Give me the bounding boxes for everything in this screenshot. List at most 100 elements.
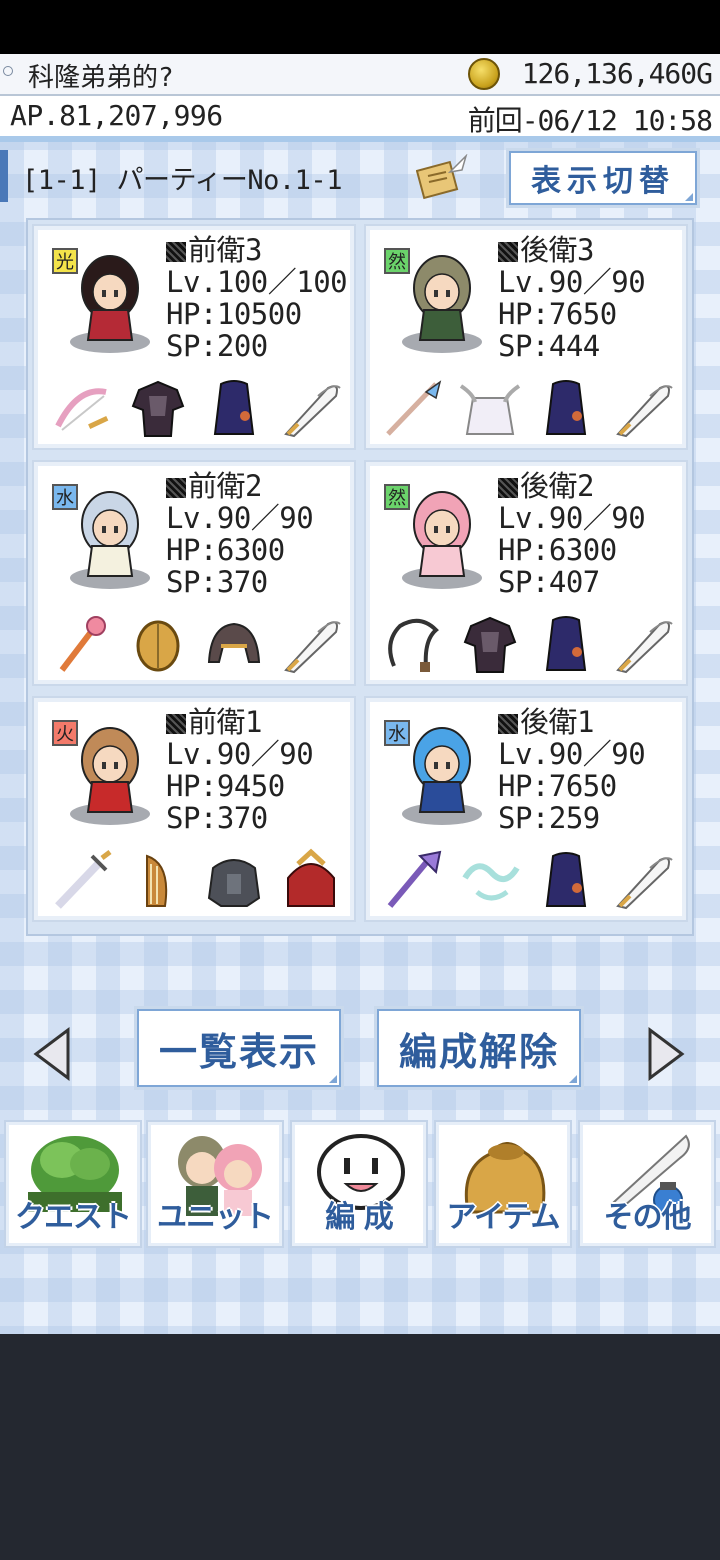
round-shield-icon — [136, 620, 180, 672]
equipment-row — [380, 848, 676, 914]
menu-other-button[interactable]: その他 — [578, 1120, 716, 1248]
unit-card[interactable]: 光 前衛3 Lv.100／100 HP:10500 SP:200 — [32, 224, 356, 450]
equipment-slot[interactable] — [201, 376, 267, 442]
menu-quest-button[interactable]: クエスト — [4, 1120, 142, 1248]
main-menu: クエスト ユニット 編 成 アイテム その他 — [0, 1120, 720, 1248]
unit-level: Lv.90／90 — [498, 737, 646, 771]
equipment-slot[interactable] — [610, 376, 676, 442]
helmet-icon — [208, 622, 261, 663]
cloak-icon — [214, 380, 255, 435]
unit-card[interactable]: 水 前衛2 Lv.90／90 HP:6300 SP:370 — [32, 460, 356, 686]
equipment-row — [48, 376, 344, 442]
equipment-slot[interactable] — [125, 376, 191, 442]
cloak-icon — [546, 616, 587, 671]
equipment-slot[interactable] — [380, 376, 446, 442]
equipment-slot[interactable] — [48, 376, 114, 442]
menu-formation-label: 編 成 — [325, 1200, 393, 1235]
unit-hp: HP:9450 — [166, 769, 285, 803]
unit-stats: 後衛3 Lv.90／90 HP:7650 SP:444 — [498, 234, 646, 362]
bow-icon — [55, 388, 109, 431]
crystal-staff-icon — [387, 850, 442, 908]
unit-level: Lv.90／90 — [498, 265, 646, 299]
winged-robe-icon — [459, 384, 520, 435]
unit-position: 前衛1 — [166, 706, 313, 738]
menu-unit-button[interactable]: ユニット — [146, 1120, 284, 1248]
equipment-slot[interactable] — [380, 848, 446, 914]
staff-icon — [386, 380, 442, 436]
whip-icon — [388, 618, 439, 672]
element-badge: 火 — [52, 720, 78, 746]
menu-item-button[interactable]: アイテム — [434, 1120, 572, 1248]
equipment-slot[interactable] — [610, 612, 676, 678]
unit-card[interactable]: 水 後衛1 Lv.90／90 HP:7650 SP:259 — [364, 696, 688, 922]
equipment-slot[interactable] — [48, 612, 114, 678]
edit-name-scroll-icon[interactable] — [416, 154, 468, 200]
quill-icon — [616, 385, 673, 438]
unit-hp: HP:6300 — [498, 533, 617, 567]
menu-other-label: その他 — [603, 1200, 692, 1235]
unit-card[interactable]: 然 後衛2 Lv.90／90 HP:6300 SP:407 — [364, 460, 688, 686]
unit-sp: SP:370 — [166, 565, 268, 599]
quill-icon — [284, 385, 341, 438]
list-view-button[interactable]: 一覧表示 — [134, 1006, 344, 1090]
equipment-slot[interactable] — [457, 376, 523, 442]
disband-formation-button[interactable]: 編成解除 — [374, 1006, 584, 1090]
unit-stats: 後衛2 Lv.90／90 HP:6300 SP:407 — [498, 470, 646, 598]
unit-sp: SP:370 — [166, 801, 268, 835]
equipment-row — [48, 848, 344, 914]
equipment-slot[interactable] — [533, 612, 599, 678]
unit-stats: 後衛1 Lv.90／90 HP:7650 SP:259 — [498, 706, 646, 835]
equipment-slot[interactable] — [278, 848, 344, 914]
element-badge: 然 — [384, 484, 410, 510]
ap-row: AP.81,207,996 前回-06/12 10:58 — [0, 96, 720, 142]
unit-position: 後衛1 — [498, 706, 645, 738]
gold-coin-icon — [468, 58, 500, 90]
equipment-slot[interactable] — [533, 848, 599, 914]
unit-card[interactable]: 然 後衛3 Lv.90／90 HP:7650 SP:444 — [364, 224, 688, 450]
gold-amount: 126,136,460G — [521, 57, 713, 90]
menu-formation-button[interactable]: 編 成 — [290, 1120, 428, 1248]
next-party-arrow-icon[interactable] — [646, 1026, 686, 1082]
sword-icon — [55, 850, 112, 909]
equipment-slot[interactable] — [533, 376, 599, 442]
heavy-armor-icon — [208, 859, 261, 907]
unit-hp: HP:7650 — [498, 297, 617, 331]
unit-sp: SP:200 — [166, 329, 268, 363]
unit-level: Lv.90／90 — [166, 737, 314, 771]
equipment-row — [380, 376, 676, 442]
bullet-icon — [3, 66, 13, 76]
wand-icon — [59, 616, 106, 672]
toggle-display-button[interactable]: 表示切替 — [506, 148, 700, 208]
equipment-row — [380, 612, 676, 678]
unit-stats: 前衛1 Lv.90／90 HP:9450 SP:370 — [166, 706, 314, 835]
unit-stats: 前衛3 Lv.100／100 HP:10500 SP:200 — [166, 234, 348, 363]
equipment-slot[interactable] — [457, 612, 523, 678]
dark-armor-icon — [463, 616, 516, 673]
player-name: 科隆弟弟的? — [28, 63, 174, 93]
party-name: [1-1] パーティーNo.1-1 — [22, 165, 342, 196]
samurai-armor-icon — [286, 848, 335, 907]
unit-position: 前衛2 — [166, 470, 313, 502]
equipment-slot[interactable] — [278, 612, 344, 678]
menu-quest-label: クエスト — [15, 1200, 132, 1235]
equipment-slot[interactable] — [380, 612, 446, 678]
menu-item-label: アイテム — [446, 1200, 561, 1235]
equipment-slot[interactable] — [125, 848, 191, 914]
unit-sp: SP:259 — [498, 801, 600, 835]
equipment-slot[interactable] — [48, 848, 114, 914]
menu-unit-label: ユニット — [157, 1200, 274, 1235]
equipment-slot[interactable] — [610, 848, 676, 914]
unit-position: 後衛3 — [498, 234, 645, 266]
game-screen: 科隆弟弟的? 126,136,460G AP.81,207,996 前回-06/… — [0, 54, 720, 1334]
unit-card[interactable]: 火 前衛1 Lv.90／90 HP:9450 SP:370 — [32, 696, 356, 922]
dark-armor-icon — [131, 380, 184, 437]
element-badge: 光 — [52, 248, 78, 274]
equipment-slot[interactable] — [201, 612, 267, 678]
equipment-slot[interactable] — [201, 848, 267, 914]
equipment-slot[interactable] — [457, 848, 523, 914]
previous-party-arrow-icon[interactable] — [32, 1026, 72, 1082]
unit-level: Lv.90／90 — [498, 501, 646, 535]
party-grid: 光前衛3 Lv.100／100 HP:10500 SP:200 然後衛3 Lv.90／90… — [26, 218, 694, 936]
equipment-slot[interactable] — [278, 376, 344, 442]
equipment-slot[interactable] — [125, 612, 191, 678]
